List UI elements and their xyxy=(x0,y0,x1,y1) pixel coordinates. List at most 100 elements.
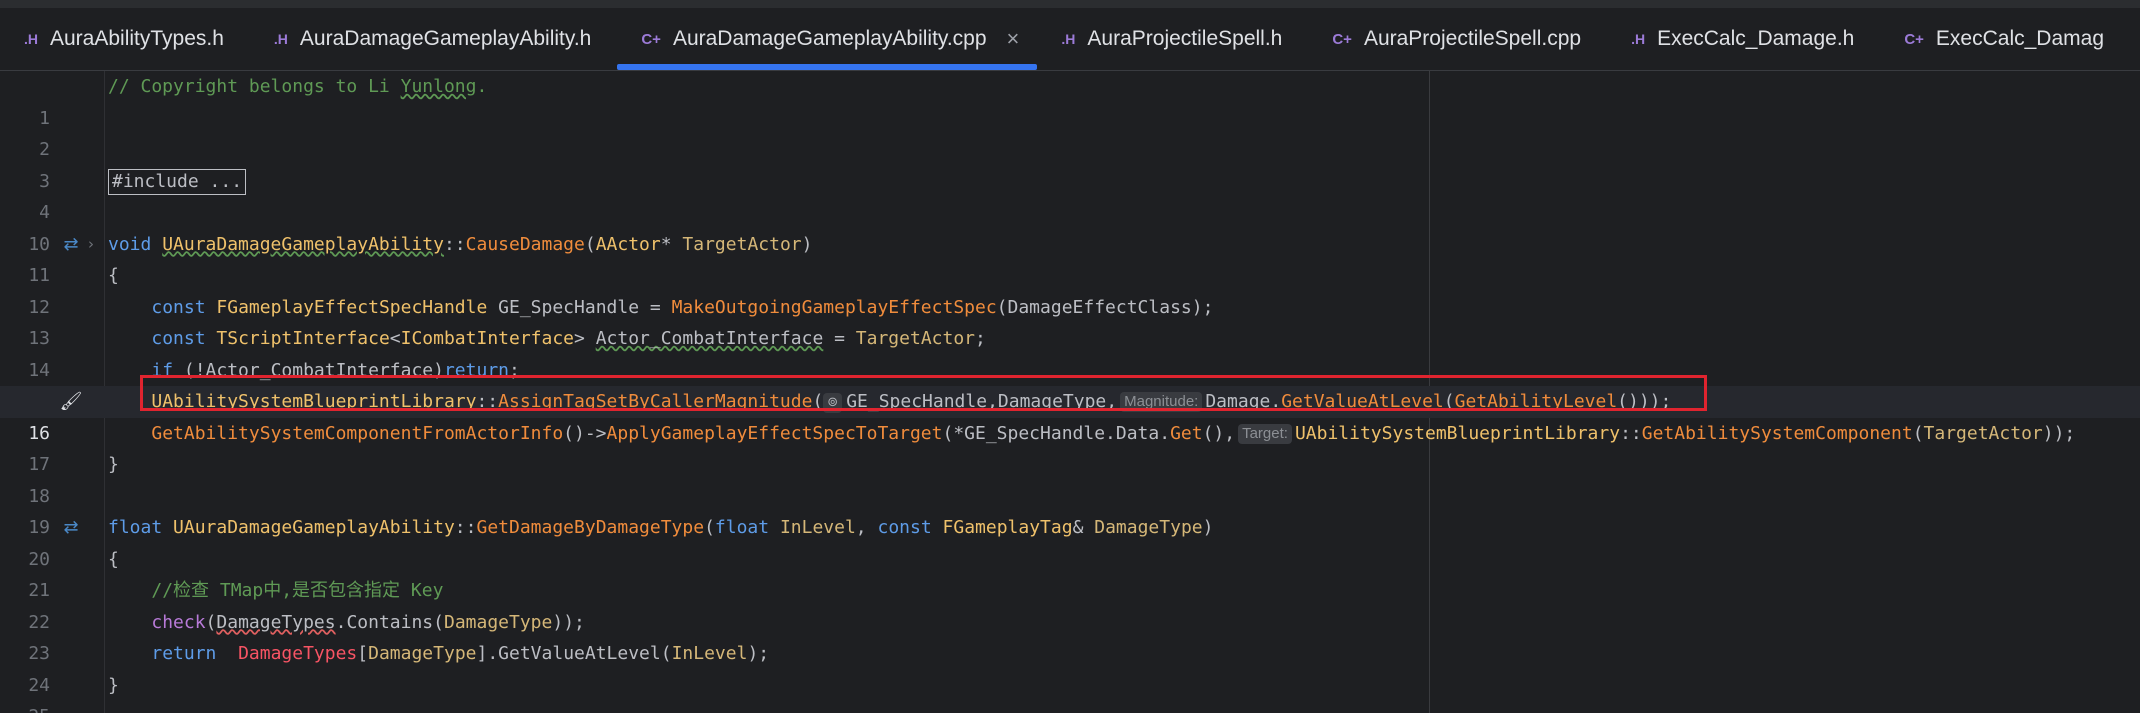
call-end: )); xyxy=(552,611,585,633)
bracket: [ xyxy=(357,643,369,664)
paren: ( xyxy=(704,517,715,538)
tab-label: AuraDamageGameplayAbility.cpp xyxy=(672,27,987,50)
arguments: GE_SpecHandle,DamageType, xyxy=(846,391,1118,412)
variable: GE_SpecHandle = xyxy=(487,296,672,318)
keyword: void xyxy=(108,233,163,255)
class-name: UAuraDamageGameplayAbility xyxy=(173,517,455,538)
code-line[interactable]: 22 //检查 TMap中,是否包含指定 Key xyxy=(0,575,2140,633)
parameter: TargetActor xyxy=(1923,422,2043,444)
code-line[interactable]: 3 xyxy=(0,134,2140,192)
paren: ) xyxy=(1202,517,1214,538)
type-name: TScriptInterface xyxy=(216,328,390,349)
parameter: DamageType xyxy=(443,611,553,633)
member-access: Damage. xyxy=(1205,391,1282,412)
code-line[interactable]: 10 xyxy=(0,197,2140,255)
header-file-icon: .H xyxy=(1631,31,1646,47)
navigate-declaration-icon[interactable]: ⇄ xyxy=(59,229,83,261)
brush-icon[interactable]: 🖌 xyxy=(59,386,83,418)
header-file-icon: .H xyxy=(1061,31,1076,47)
function-name: GetDamageByDamageType xyxy=(476,517,705,538)
code-line[interactable]: 2 xyxy=(0,103,2140,160)
type-name: FGameplayTag xyxy=(942,517,1073,538)
function-name: AssignTagSetByCallerMagnitude xyxy=(498,391,813,412)
tab-auradamagegameplayability-h[interactable]: .H AuraDamageGameplayAbility.h xyxy=(250,8,617,70)
tab-label: AuraProjectileSpell.cpp xyxy=(1363,27,1582,50)
variable-error: DamageTypes xyxy=(238,643,358,664)
code-line[interactable]: 15 if (!Actor_CombatInterface)return; xyxy=(0,355,2140,413)
comment-end: . xyxy=(476,76,488,97)
tab-auraprojectilespell-cpp[interactable]: C+ AuraProjectileSpell.cpp xyxy=(1308,8,1607,70)
paren: ( xyxy=(1443,391,1455,412)
parameter: DamageType xyxy=(368,643,477,664)
paren: ( xyxy=(584,233,596,255)
keyword: const xyxy=(151,296,217,318)
keyword: return xyxy=(151,643,239,664)
tab-label: AuraDamageGameplayAbility.h xyxy=(299,27,592,50)
active-tab-indicator xyxy=(617,64,1038,70)
pointer: * xyxy=(660,233,683,255)
member-call: .Contains( xyxy=(335,611,444,633)
class-name: UAbilitySystemBlueprintLibrary xyxy=(151,391,477,412)
keyword: const xyxy=(877,517,943,538)
cpp-file-icon: C+ xyxy=(1904,30,1924,48)
paren: (), xyxy=(1202,422,1236,444)
header-file-icon: .H xyxy=(24,31,38,47)
code-line[interactable]: 25 } xyxy=(0,670,2140,713)
code-editor[interactable]: 1 // Copyright belongs to Li Yunlong. 2 … xyxy=(0,71,2140,713)
code-line[interactable]: 23 check(DamageTypes.Contains(DamageType… xyxy=(0,607,2140,665)
scope-op: :: xyxy=(454,517,477,538)
tab-auraabilitytypes-h[interactable]: .H AuraAbilityTypes.h xyxy=(0,8,250,70)
code-line[interactable]: 18 } xyxy=(0,449,2140,507)
member-call: ].GetValueAtLevel( xyxy=(476,643,672,664)
type-name: FGameplayEffectSpecHandle xyxy=(216,296,488,318)
tab-label: ExecCalc_Damag xyxy=(1935,27,2104,50)
paren: ) xyxy=(801,233,813,255)
tab-label: AuraAbilityTypes.h xyxy=(50,27,224,50)
function-name: GetAbilityLevel xyxy=(1454,391,1618,412)
keyword: const xyxy=(151,328,217,349)
semicolon: ; xyxy=(975,328,986,349)
code-line-current[interactable]: 16 🖌 UAbilitySystemBlueprintLibrary::Ass… xyxy=(0,386,2140,444)
function-name: ApplyGameplayEffectSpecToTarget xyxy=(606,422,943,444)
code-line[interactable]: 12 { xyxy=(0,260,2140,318)
condition: (!Actor_CombatInterface) xyxy=(183,359,444,381)
code-line[interactable]: 14 const TScriptInterface<ICombatInterfa… xyxy=(0,323,2140,381)
brace: } xyxy=(108,454,119,475)
tab-label: ExecCalc_Damage.h xyxy=(1657,27,1855,50)
close-tab-icon[interactable]: × xyxy=(1007,26,1020,52)
comment-author: Yunlong xyxy=(400,76,477,97)
scope-op: :: xyxy=(476,391,499,412)
macro-name: check xyxy=(151,611,206,633)
cpp-file-icon: C+ xyxy=(1332,30,1352,48)
tab-execcalc-damage-h[interactable]: .H ExecCalc_Damage.h xyxy=(1607,8,1880,70)
code-line[interactable]: 1 // Copyright belongs to Li Yunlong. xyxy=(0,71,2140,129)
paren: ( xyxy=(812,391,824,412)
cpp-file-icon: C+ xyxy=(641,30,661,48)
tab-auraprojectilespell-h[interactable]: .H AuraProjectileSpell.h xyxy=(1037,8,1308,70)
brace: { xyxy=(108,265,119,286)
scope-op: :: xyxy=(443,233,466,255)
code-line[interactable]: 17 GetAbilitySystemComponentFromActorInf… xyxy=(0,418,2140,476)
reference-hint-icon: ⊚ xyxy=(823,393,843,413)
code-line[interactable]: 24 return DamageTypes[DamageType].GetVal… xyxy=(0,638,2140,696)
code-line[interactable]: 11 ⇄ void UAuraDamageGameplayAbility::Ca… xyxy=(0,229,2140,287)
function-name: GetAbilitySystemComponentFromActorInfo xyxy=(151,422,564,444)
reference: & xyxy=(1072,517,1095,538)
code-line[interactable]: 19 xyxy=(0,481,2140,538)
tab-execcalc-damage-cpp[interactable]: C+ ExecCalc_Damag xyxy=(1880,8,2130,70)
call-end: ); xyxy=(747,643,770,664)
arguments: (*GE_SpecHandle.Data. xyxy=(942,422,1171,444)
tab-auradamagegameplayability-cpp[interactable]: C+ AuraDamageGameplayAbility.cpp × xyxy=(617,8,1038,70)
code-line[interactable]: 20 ⇄ float UAuraDamageGameplayAbility::G… xyxy=(0,512,2140,570)
function-name: CauseDamage xyxy=(465,233,585,255)
navigate-declaration-icon[interactable]: ⇄ xyxy=(59,512,83,544)
code-line[interactable]: 4 › #include ... xyxy=(0,166,2140,253)
keyword: float xyxy=(714,517,780,538)
collapsed-includes[interactable]: #include ... xyxy=(108,168,247,195)
code-line[interactable]: 21 { xyxy=(0,544,2140,602)
keyword: float xyxy=(108,517,174,538)
header-file-icon: .H xyxy=(273,31,288,47)
code-line[interactable]: 13 const FGameplayEffectSpecHandle GE_Sp… xyxy=(0,292,2140,350)
parameter: InLevel xyxy=(779,517,856,538)
brace: { xyxy=(108,548,119,570)
